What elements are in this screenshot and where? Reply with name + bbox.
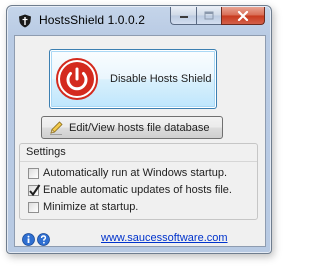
autorun-checkbox[interactable]: Automatically run at Windows startup. — [28, 166, 227, 180]
minimize-button[interactable] — [170, 7, 196, 25]
maximize-button[interactable] — [196, 7, 221, 25]
checkmark-icon — [29, 183, 41, 196]
app-window: HostsShield 1.0.0.2 Disable Hosts Shield… — [6, 5, 272, 254]
checkbox-checked[interactable] — [28, 183, 41, 196]
checkbox-label: Minimize at startup. — [43, 201, 139, 213]
pencil-icon — [50, 121, 63, 135]
checkbox-unchecked[interactable] — [28, 201, 39, 213]
client-area: Disable Hosts Shield Edit/View hosts fil… — [14, 35, 266, 247]
auto-update-checkbox[interactable]: Enable automatic updates of hosts file. — [28, 183, 232, 197]
settings-group: Settings Automatically run at Windows st… — [19, 143, 258, 220]
close-button[interactable] — [221, 7, 265, 25]
title-bar[interactable]: HostsShield 1.0.0.2 — [7, 6, 271, 34]
edit-button-label: Edit/View hosts file database — [69, 122, 210, 134]
checkbox-label: Enable automatic updates of hosts file. — [43, 184, 232, 196]
disable-hosts-shield-button[interactable]: Disable Hosts Shield — [49, 49, 217, 109]
settings-title: Settings — [26, 146, 66, 158]
shield-icon — [19, 14, 31, 28]
close-icon — [237, 10, 249, 21]
info-icon[interactable] — [22, 233, 35, 246]
help-icon[interactable] — [37, 233, 50, 246]
edit-hosts-database-button[interactable]: Edit/View hosts file database — [41, 116, 223, 139]
minimize-startup-checkbox[interactable]: Minimize at startup. — [28, 200, 138, 214]
checkbox-label: Automatically run at Windows startup. — [43, 167, 228, 179]
website-link[interactable]: www.saucessoftware.com — [101, 232, 228, 244]
power-icon — [56, 58, 98, 100]
disable-button-label: Disable Hosts Shield — [110, 73, 212, 85]
maximize-icon — [204, 11, 214, 20]
checkbox-unchecked[interactable] — [28, 167, 39, 179]
caption-buttons — [170, 7, 265, 26]
settings-divider — [20, 161, 257, 162]
minimize-icon — [179, 15, 188, 18]
window-title: HostsShield 1.0.0.2 — [39, 13, 145, 27]
